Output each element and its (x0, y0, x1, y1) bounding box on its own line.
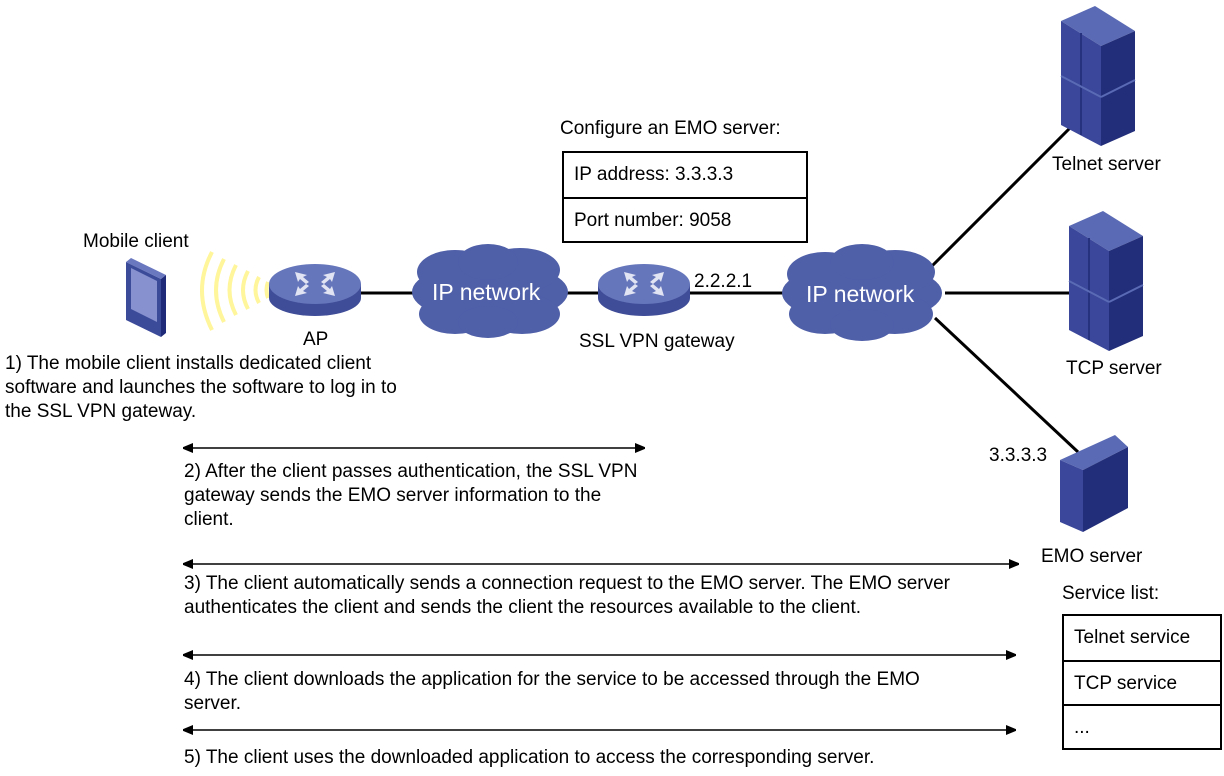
gateway-ip-label: 2.2.2.1 (694, 271, 753, 292)
service-list-title: Service list: (1062, 583, 1160, 604)
step-1-text: 1) The mobile client installs dedicated … (5, 353, 397, 422)
link-ipnet-emo (933, 316, 1080, 454)
service-list-table: Telnet service TCP service ... (1062, 614, 1222, 750)
telnet-server-label: Telnet server (1052, 154, 1161, 175)
service-list-item: ... (1064, 704, 1220, 748)
emo-config-port-row: Port number: 9058 (564, 197, 806, 241)
step-5-text: 5) The client uses the downloaded applic… (184, 747, 875, 768)
emo-server-icon (1060, 435, 1128, 532)
step-4-text: 4) The client downloads the application … (184, 669, 920, 714)
ssl-vpn-gateway-label: SSL VPN gateway (579, 331, 735, 352)
ssl-vpn-gateway-icon (598, 264, 690, 316)
mobile-client-icon (126, 258, 166, 337)
emo-config-table: IP address: 3.3.3.3 Port number: 9058 (562, 151, 808, 243)
wifi-signal-icon (200, 251, 270, 331)
step-3-text: 3) The client automatically sends a conn… (184, 573, 950, 618)
service-list-item: TCP service (1064, 660, 1220, 704)
ap-label: AP (303, 329, 329, 350)
emo-config-ip-row: IP address: 3.3.3.3 (574, 164, 734, 185)
mobile-client-label: Mobile client (83, 231, 189, 252)
ap-router-icon (269, 264, 361, 316)
step-2-text: 2) After the client passes authenticatio… (184, 461, 638, 530)
service-list-item: Telnet service (1074, 627, 1191, 648)
telnet-server-icon (1060, 6, 1136, 146)
emo-server-label: EMO server (1041, 546, 1143, 567)
tcp-server-icon (1068, 211, 1144, 351)
tcp-server-label: TCP server (1066, 358, 1162, 379)
emo-config-title: Configure an EMO server: (560, 118, 781, 139)
link-ipnet-telnet (928, 126, 1072, 270)
ip-network-right-label: IP network (806, 281, 915, 307)
ip-network-left-label: IP network (432, 279, 541, 305)
emo-ip-label: 3.3.3.3 (989, 445, 1048, 466)
